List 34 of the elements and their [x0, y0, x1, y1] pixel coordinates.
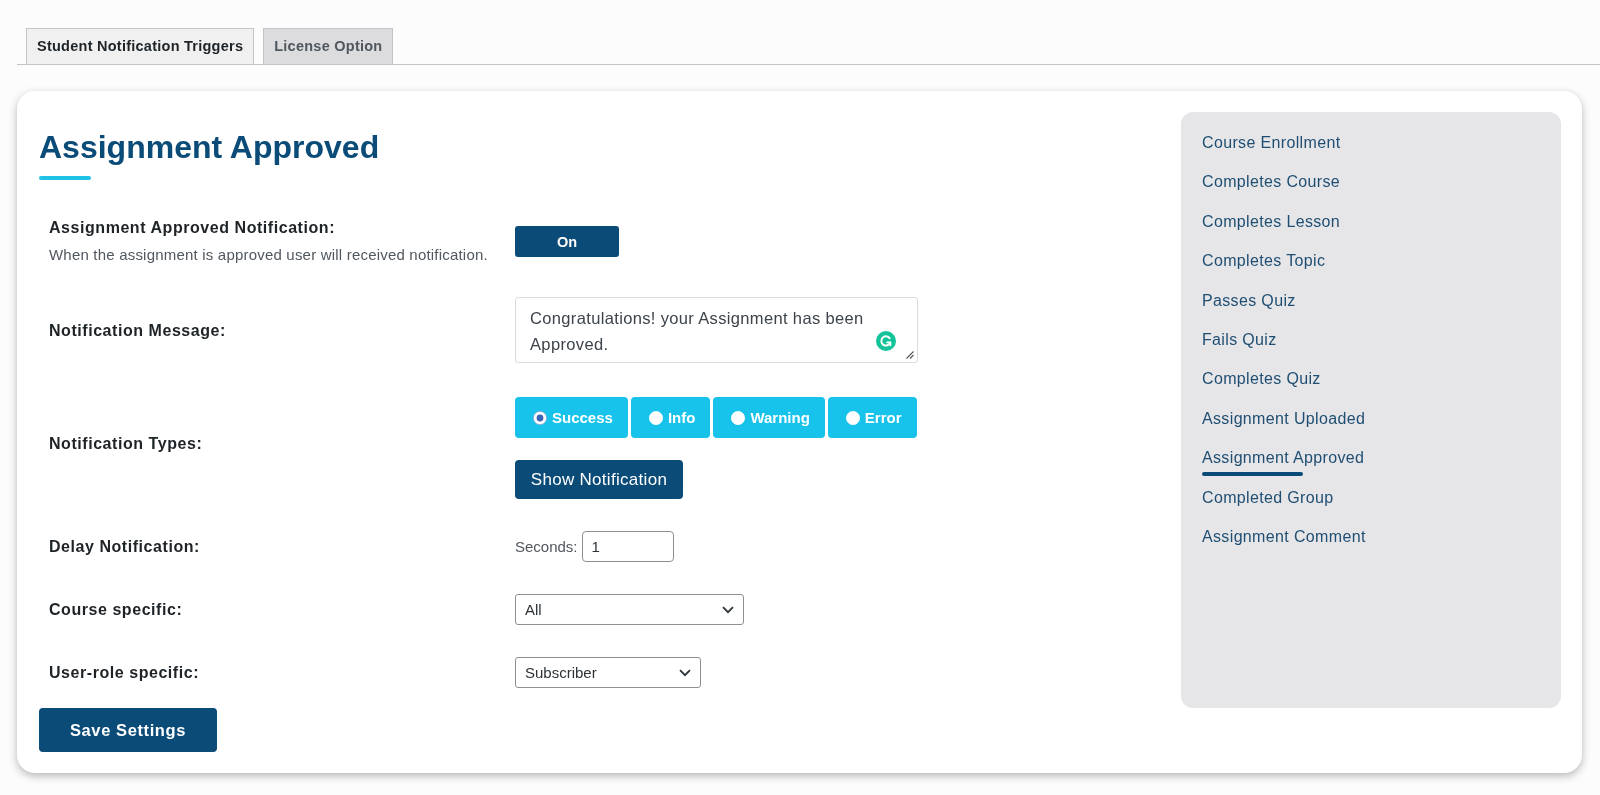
message-field[interactable]: Congratulations! your Assignment has been Approved.	[515, 297, 918, 363]
tab[interactable]: Student Notification Triggers	[26, 28, 255, 64]
sidebar-link[interactable]: Completes Quiz	[1202, 369, 1321, 390]
setting-description: When the assignment is approved user will received notification.	[49, 246, 489, 264]
sidebar-link[interactable]: Course Enrollment	[1202, 133, 1341, 153]
course-dropdown[interactable]: All	[515, 594, 744, 625]
sidebar-link[interactable]: Assignment Uploaded	[1202, 408, 1366, 429]
chevron-down-icon	[722, 606, 734, 614]
sidebar-link[interactable]: Completes Topic	[1202, 251, 1326, 272]
show-notification-button[interactable]: Show Notification	[515, 460, 683, 499]
setting-label: Delay Notification:	[49, 537, 201, 556]
sidebar-link[interactable]: Fails Quiz	[1202, 329, 1277, 350]
sidebar-link[interactable]: Completes Course	[1202, 172, 1341, 193]
radio-icon[interactable]	[533, 410, 547, 425]
setting-label: User-role specific:	[49, 663, 201, 682]
toggle-button[interactable]: On	[515, 226, 619, 257]
sidebar-link[interactable]: Completed Group	[1202, 487, 1334, 508]
sidebar-link[interactable]: Assignment Comment	[1202, 526, 1366, 547]
page-heading: Assignment Approved	[39, 128, 380, 167]
heading-accent-bar	[39, 176, 91, 180]
setting-label: Assignment Approved Notification:	[49, 218, 336, 237]
setting-label: Course specific:	[49, 600, 184, 619]
sidebar-link[interactable]: Passes Quiz	[1202, 290, 1296, 311]
tab[interactable]: License Option	[263, 28, 394, 64]
seconds-label: Seconds:	[515, 538, 578, 555]
seconds-input[interactable]: 1	[581, 531, 674, 562]
sidebar-link[interactable]: Assignment Approved	[1202, 448, 1365, 469]
chevron-down-icon	[679, 669, 691, 677]
resize-handle-icon[interactable]	[906, 351, 914, 359]
sidebar-link[interactable]: Completes Lesson	[1202, 211, 1341, 232]
setting-label: Notification Message:	[49, 320, 227, 340]
save-settings-button[interactable]: Save Settings	[39, 708, 217, 752]
setting-label: Notification Types:	[49, 433, 204, 453]
user-role-dropdown[interactable]: Subscriber	[515, 657, 701, 688]
